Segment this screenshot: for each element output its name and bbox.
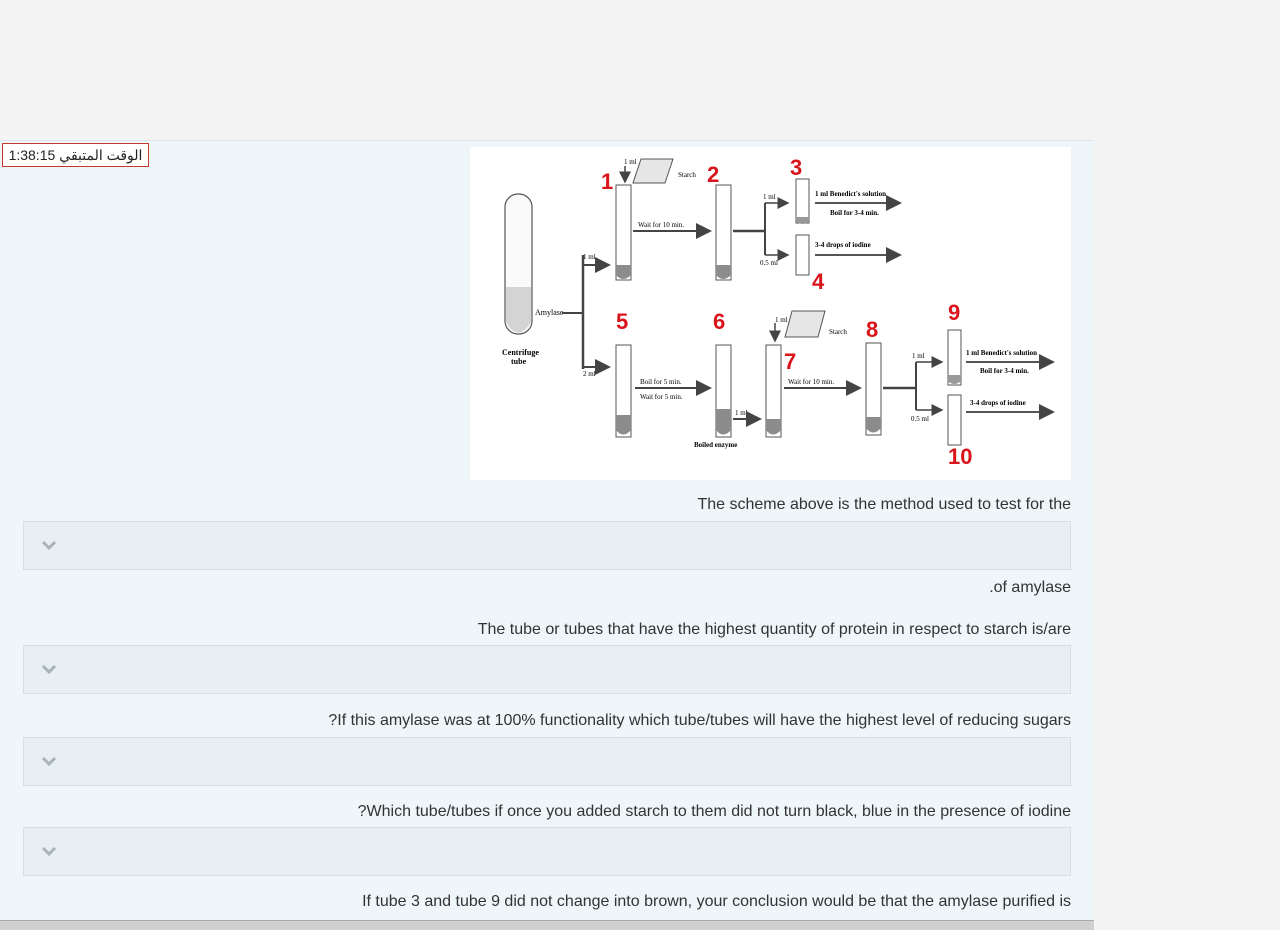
- tube-label: tube: [511, 357, 527, 366]
- boiled-enzyme-label: Boiled enzyme: [694, 441, 737, 449]
- iodine-label-a: 3-4 drops of iodine: [815, 241, 871, 249]
- benedict-label-b: 1 ml Benedict's solution: [966, 349, 1037, 357]
- chevron-down-icon: [41, 540, 57, 551]
- question-1-text: The scheme above is the method used to t…: [697, 496, 1071, 513]
- centrifuge-tube: [504, 193, 533, 335]
- wait-5-label: Wait for 5 min.: [640, 393, 683, 401]
- question-2-text: The tube or tubes that have the highest …: [477, 621, 1071, 638]
- boil-3-4-label-a: Boil for 3-4 min.: [830, 209, 879, 217]
- question-5-text: If tube 3 and tube 9 did not change into…: [362, 893, 1071, 910]
- tube-number-3: 3: [790, 155, 802, 180]
- centrifuge-label: Centrifuge: [502, 348, 539, 357]
- right-gutter: [1094, 140, 1280, 929]
- time-remaining-value: 1:38:15: [8, 147, 56, 163]
- answer-1-select[interactable]: [23, 521, 1071, 570]
- one-ml-label-a: 1 ml: [583, 253, 596, 261]
- one-ml-label-c: 1 ml: [763, 193, 776, 201]
- tube-number-6: 6: [713, 309, 725, 334]
- amylase-label: Amylase: [535, 308, 564, 317]
- starch-label-b: Starch: [829, 328, 847, 336]
- tube-number-4: 4: [812, 269, 825, 294]
- time-remaining-box: الوقت المتبقي 1:38:15: [2, 143, 149, 167]
- chevron-down-icon: [41, 756, 57, 767]
- scheme-diagram: Amylase Centrifuge tube 1 ml 2 ml 1 1 ml…: [502, 155, 1055, 469]
- half-ml-label-b: 0.5 ml: [911, 415, 929, 423]
- chevron-down-icon: [41, 664, 57, 675]
- one-ml-label-b: 1 ml: [624, 158, 637, 166]
- answer-4-select[interactable]: [23, 827, 1071, 876]
- one-ml-label-f: 1 ml: [912, 352, 925, 360]
- iodine-label-b: 3-4 drops of iodine: [970, 399, 1026, 407]
- tube-number-8: 8: [866, 317, 878, 342]
- half-ml-label-a: 0.5 ml: [760, 259, 778, 267]
- tube-number-2: 2: [707, 162, 719, 187]
- tube-number-9: 9: [948, 300, 960, 325]
- tube-number-7: 7: [784, 349, 796, 374]
- tube-number-5: 5: [616, 309, 628, 334]
- chevron-down-icon: [41, 846, 57, 857]
- wait-10-label-a: Wait for 10 min.: [638, 221, 684, 229]
- benedict-label-a: 1 ml Benedict's solution: [815, 190, 886, 198]
- page-header-area: [0, 0, 1280, 140]
- boil-3-4-label-b: Boil for 3-4 min.: [980, 367, 1029, 375]
- answer-3-select[interactable]: [23, 737, 1071, 786]
- amylase-scheme-figure: Amylase Centrifuge tube 1 ml 2 ml 1 1 ml…: [470, 147, 1071, 480]
- question-1-suffix: .of amylase: [989, 579, 1071, 596]
- time-remaining-label: الوقت المتبقي: [59, 146, 143, 163]
- tube-number-10: 10: [948, 444, 972, 469]
- boil-5-label: Boil for 5 min.: [640, 378, 682, 386]
- question-3-text: ?If this amylase was at 100% functionali…: [328, 712, 1071, 729]
- answer-2-select[interactable]: [23, 645, 1071, 694]
- question-4-text: ?Which tube/tubes if once you added star…: [357, 803, 1071, 820]
- tube-number-1: 1: [601, 169, 613, 194]
- one-ml-label-e: 1 ml: [775, 316, 788, 324]
- one-ml-label-d: 1 ml: [735, 409, 748, 417]
- two-ml-label: 2 ml: [583, 370, 596, 378]
- starch-label-a: Starch: [678, 171, 696, 179]
- wait-10-label-b: Wait for 10 min.: [788, 378, 834, 386]
